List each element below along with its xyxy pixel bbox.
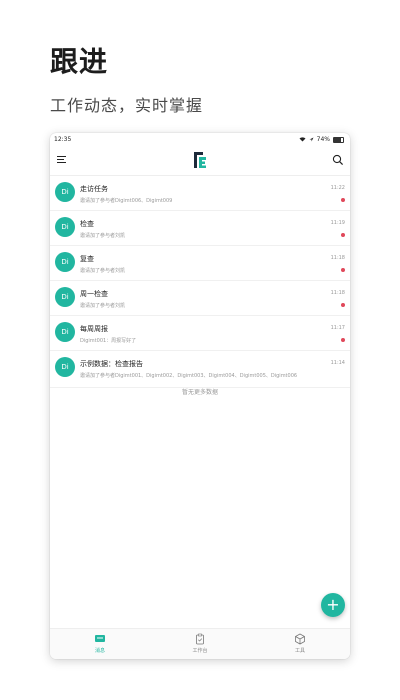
promo-title: 跟进 [50, 45, 109, 78]
avatar: Di [55, 182, 75, 202]
unread-dot [341, 268, 345, 272]
list-item[interactable]: Di 示例数据：检查报告 邀请加了参与者Digimt001、Digimt002、… [50, 351, 350, 388]
menu-icon[interactable] [57, 156, 66, 164]
tab-label: 工具 [294, 648, 305, 654]
message-icon [95, 635, 105, 642]
avatar: Di [55, 252, 75, 272]
tab-label: 工作台 [192, 648, 208, 654]
message-time: 11:19 [330, 220, 345, 226]
message-time: 11:22 [330, 185, 345, 191]
avatar: Di [55, 287, 75, 307]
message-preview: 邀请加了参与者Digimt001、Digimt002、Digimt003、Dig… [80, 373, 298, 379]
tab-label: 消息 [94, 648, 105, 654]
message-time: 11:17 [330, 325, 345, 331]
tab-workbench[interactable]: 工作台 [170, 633, 230, 654]
add-button[interactable]: + [321, 593, 345, 617]
app-bar [50, 147, 350, 176]
message-title: 复查 [80, 255, 94, 263]
message-preview: Digimt001：周报写好了 [80, 338, 137, 344]
status-bar: 12:35 74% [50, 133, 350, 147]
message-title: 检查 [80, 220, 94, 228]
message-title: 每周周报 [80, 325, 108, 333]
status-indicators: 74% [299, 136, 344, 143]
message-title: 周一检查 [80, 290, 108, 298]
avatar: Di [55, 357, 75, 377]
message-time: 11:18 [330, 290, 345, 296]
wifi-icon [299, 137, 306, 142]
list-item[interactable]: Di 走访任务 邀请加了参与者Digimt006、Digimt009 11:22 [50, 176, 350, 211]
device-screen: 12:35 74% Di 走访任务 邀请加了参与者Digimt006、Digim… [50, 133, 350, 659]
search-icon[interactable] [332, 154, 344, 166]
app-logo-icon [194, 152, 206, 168]
message-time: 11:14 [330, 360, 345, 366]
unread-dot [341, 233, 345, 237]
message-list: Di 走访任务 邀请加了参与者Digimt006、Digimt009 11:22… [50, 176, 350, 388]
status-time: 12:35 [54, 136, 72, 143]
tab-tools[interactable]: 工具 [270, 633, 330, 654]
unread-dot [341, 303, 345, 307]
message-time: 11:18 [330, 255, 345, 261]
message-preview: 邀请加了参与者刘凯 [80, 233, 126, 239]
battery-icon [333, 136, 344, 143]
list-end-text: 暂无更多数据 [181, 389, 218, 396]
promo-subtitle: 工作动态，实时掌握 [50, 96, 204, 115]
message-preview: 邀请加了参与者Digimt006、Digimt009 [80, 198, 173, 204]
cube-icon [295, 633, 305, 645]
message-title: 走访任务 [80, 185, 108, 193]
avatar: Di [55, 322, 75, 342]
list-item[interactable]: Di 每周周报 Digimt001：周报写好了 11:17 [50, 316, 350, 351]
battery-percent: 74% [316, 136, 330, 143]
list-item[interactable]: Di 检查 邀请加了参与者刘凯 11:19 [50, 211, 350, 246]
list-item[interactable]: Di 复查 邀请加了参与者刘凯 11:18 [50, 246, 350, 281]
location-icon [309, 137, 314, 142]
avatar: Di [55, 217, 75, 237]
bottom-tab-bar: 消息 工作台 工具 [50, 628, 350, 659]
tab-messages[interactable]: 消息 [70, 633, 130, 654]
clipboard-icon [196, 633, 204, 645]
message-title: 示例数据：检查报告 [80, 360, 143, 368]
unread-dot [341, 198, 345, 202]
message-preview: 邀请加了参与者刘凯 [80, 303, 126, 309]
message-preview: 邀请加了参与者刘凯 [80, 268, 126, 274]
unread-dot [341, 338, 345, 342]
list-item[interactable]: Di 周一检查 邀请加了参与者刘凯 11:18 [50, 281, 350, 316]
